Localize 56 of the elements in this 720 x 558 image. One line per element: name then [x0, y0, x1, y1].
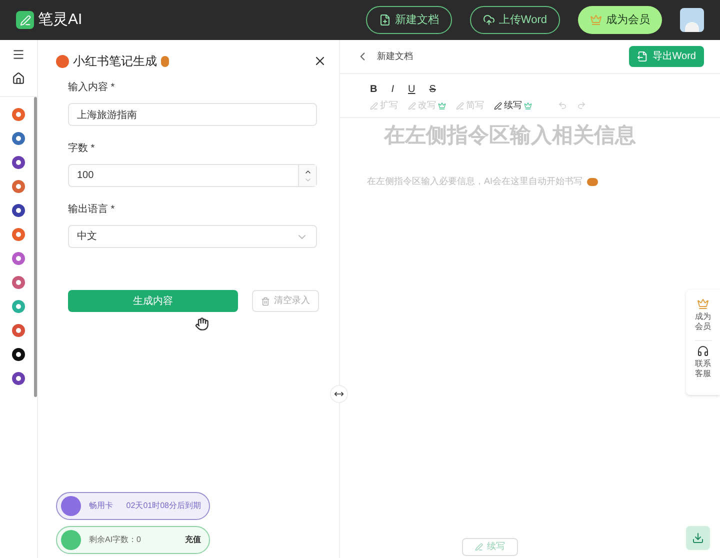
pen-icon [456, 102, 464, 110]
tool-icon[interactable] [12, 372, 25, 385]
menu-icon[interactable] [12, 48, 25, 61]
format-button[interactable]: B [370, 82, 378, 97]
hint-text: 在左侧指令区输入必要信息，AI会在这里自动开始书写 [367, 175, 583, 188]
pen-icon [408, 102, 416, 110]
format-button[interactable]: U [408, 82, 416, 97]
badge-icon [56, 54, 69, 68]
avatar[interactable] [680, 8, 704, 32]
field-label: 输入内容 * [68, 80, 116, 95]
logo-text: 笔灵AI [38, 10, 82, 30]
new-document-button[interactable]: 新建文档 [366, 6, 452, 34]
ai-icon [61, 530, 81, 550]
membership-card[interactable]: 畅用卡 02天01时08分后到期 [56, 492, 210, 520]
file-plus-icon [378, 14, 391, 26]
crown-icon [697, 298, 709, 310]
document-title: 新建文档 [377, 50, 413, 63]
cursor-icon [195, 317, 209, 331]
field-label: 输出语言 * [68, 202, 116, 217]
word-balance-card[interactable]: 剩余AI字数：0 充值 [56, 526, 210, 554]
card-label: 剩余AI字数：0 [89, 534, 142, 546]
expiry-text: 02天01时08分后到期 [126, 500, 201, 512]
number-field[interactable]: 100 [68, 164, 317, 187]
service-float-button[interactable]: 联系客服 [694, 345, 712, 387]
close-icon[interactable] [313, 54, 327, 68]
ai-tool-button[interactable]: 续写 [494, 99, 532, 112]
resize-handle[interactable] [330, 385, 348, 403]
download-icon [692, 532, 704, 544]
format-button[interactable]: S [429, 82, 436, 97]
input-field[interactable]: 上海旅游指南 [68, 103, 317, 126]
format-button[interactable]: I [391, 82, 394, 97]
pen-icon [494, 102, 502, 110]
crown-icon [438, 102, 446, 110]
tool-icon[interactable] [12, 204, 25, 217]
tool-icon[interactable] [12, 156, 25, 169]
export-icon [637, 51, 648, 62]
vip-button[interactable]: 成为会员 [578, 6, 662, 34]
headset-icon [697, 345, 709, 357]
crown-icon [524, 102, 532, 110]
tool-icon[interactable] [12, 348, 25, 361]
trash-icon [261, 296, 270, 306]
upload-word-button[interactable]: 上传Word [470, 6, 560, 34]
crown-icon [590, 14, 602, 26]
logo-icon [16, 11, 34, 29]
field-label: 字数 * [68, 142, 96, 156]
home-icon[interactable] [12, 72, 25, 85]
panel-title: 小红书笔记生成 [73, 53, 157, 70]
pen-icon [370, 102, 378, 110]
download-button[interactable] [686, 526, 710, 550]
card-label: 畅用卡 [89, 500, 113, 512]
recharge-link[interactable]: 充值 [185, 534, 201, 546]
pen-icon [475, 543, 483, 551]
select-field[interactable]: 中文 [68, 225, 317, 248]
vip-float-button[interactable]: 成为会员 [694, 298, 712, 341]
upload-icon [482, 14, 495, 26]
ai-icon [61, 496, 81, 516]
